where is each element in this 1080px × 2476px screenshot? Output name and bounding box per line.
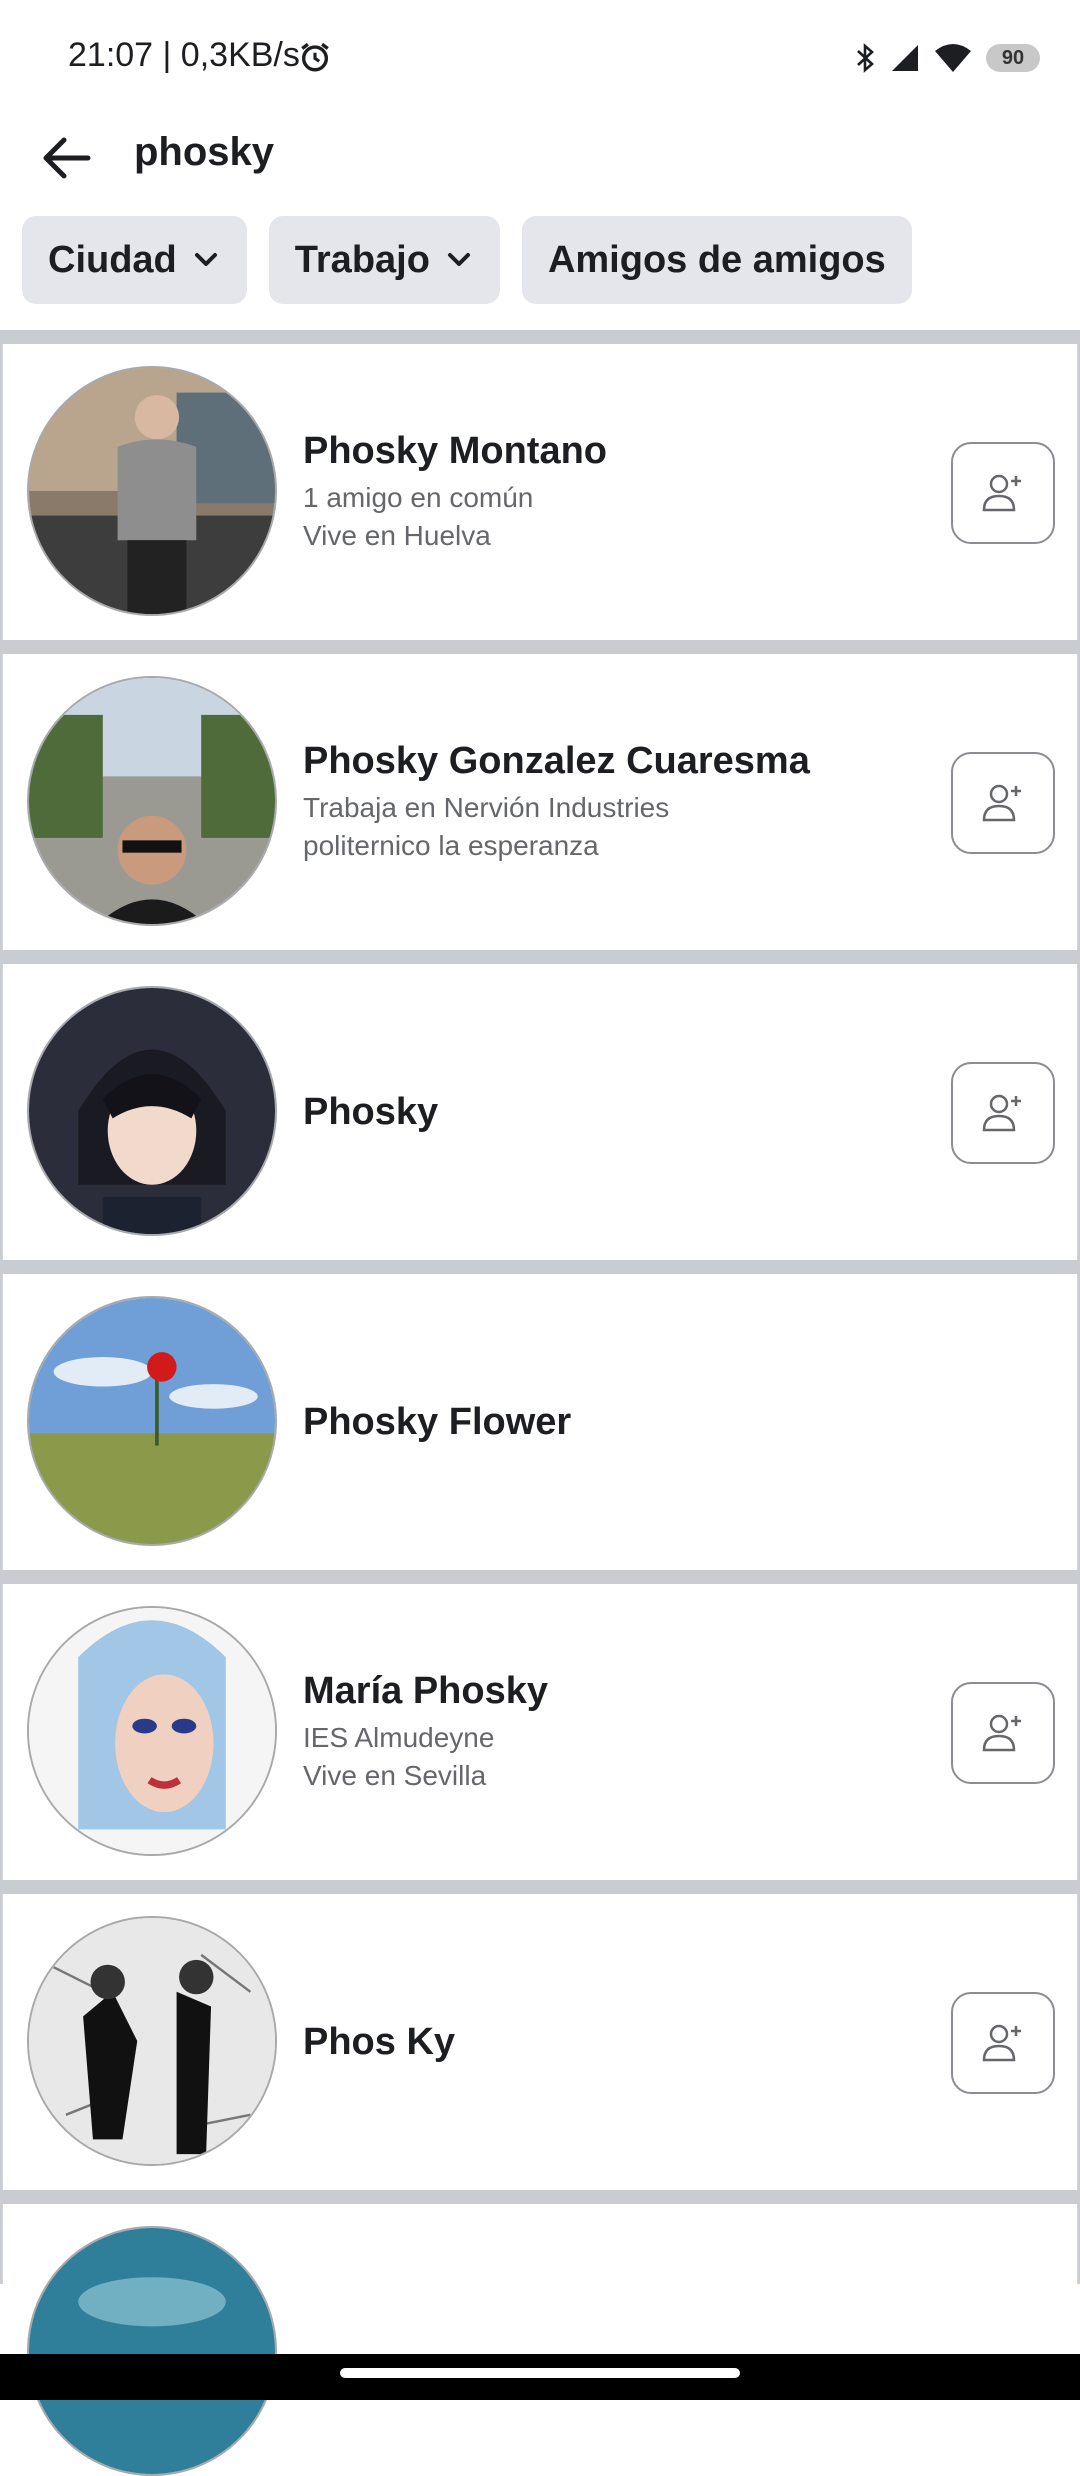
chevron-down-icon	[194, 253, 217, 266]
result-info: Phosky Flower	[303, 1274, 927, 1570]
result-card[interactable]: Phosky Montano 1 amigo en común Vive en …	[2, 344, 1078, 640]
result-name[interactable]: Phosky	[303, 1091, 927, 1134]
result-info: María Phosky IES Almudeyne Vive en Sevil…	[303, 1584, 927, 1880]
search-header: phosky	[0, 110, 1080, 210]
filter-label: Trabajo	[294, 238, 430, 281]
add-friend-button[interactable]	[951, 1062, 1055, 1164]
system-nav-bar	[0, 2354, 1080, 2400]
avatar[interactable]	[27, 986, 277, 1236]
result-name[interactable]: Phosky Gonzalez Cuaresma	[303, 740, 927, 783]
profile-photo	[29, 678, 275, 924]
add-friend-icon	[982, 784, 1021, 822]
signal-icon	[892, 45, 918, 71]
result-info: Phos Ky	[303, 1894, 927, 2190]
add-friend-icon	[982, 1714, 1021, 1752]
profile-photo	[29, 368, 275, 614]
result-info: Phosky	[303, 964, 927, 1260]
wifi-icon	[935, 44, 971, 72]
result-info: Phosky Gonzalez Cuaresma Trabaja en Nerv…	[303, 654, 927, 950]
filter-trabajo[interactable]: Trabajo	[268, 216, 500, 304]
result-subtitle: 1 amigo en común Vive en Huelva	[303, 479, 927, 555]
result-name[interactable]: Phosky Flower	[303, 1401, 927, 1444]
add-friend-button[interactable]	[951, 442, 1055, 544]
add-friend-button[interactable]	[951, 1682, 1055, 1784]
add-friend-button[interactable]	[951, 752, 1055, 854]
add-friend-button[interactable]	[951, 1992, 1055, 2094]
result-name[interactable]: María Phosky	[303, 1670, 927, 1713]
profile-photo	[29, 988, 275, 1234]
avatar[interactable]	[27, 366, 277, 616]
bluetooth-icon	[857, 43, 874, 73]
filter-label: Ciudad	[48, 238, 177, 281]
result-card[interactable]: María Phosky IES Almudeyne Vive en Sevil…	[2, 1584, 1078, 1880]
add-friend-icon	[982, 1094, 1021, 1132]
result-card[interactable]: Phosky Flower	[2, 1274, 1078, 1570]
avatar[interactable]	[27, 1916, 277, 2166]
result-card[interactable]: Phosky	[2, 964, 1078, 1260]
result-name[interactable]: Phosky Montano	[303, 430, 927, 473]
result-detail-1: 1 amigo en común	[303, 481, 534, 513]
search-results-list: Phosky Montano 1 amigo en común Vive en …	[0, 330, 1080, 2476]
alarm-icon	[301, 42, 329, 72]
back-arrow-icon[interactable]	[36, 128, 96, 188]
avatar[interactable]	[27, 2226, 277, 2476]
add-friend-icon	[982, 2024, 1021, 2062]
profile-photo	[29, 1918, 275, 2164]
chevron-down-icon	[447, 253, 470, 266]
result-detail-2: politernico la esperanza	[303, 829, 599, 861]
avatar[interactable]	[27, 1606, 277, 1856]
filter-amigos-de-amigos[interactable]: Amigos de amigos	[521, 216, 912, 304]
add-friend-icon	[982, 474, 1021, 512]
home-indicator[interactable]	[340, 2368, 740, 2378]
result-detail-2: Vive en Huelva	[303, 519, 491, 551]
result-subtitle: IES Almudeyne Vive en Sevilla	[303, 1719, 927, 1795]
profile-photo	[29, 2228, 275, 2474]
profile-photo	[29, 1608, 275, 1854]
result-detail-1: IES Almudeyne	[303, 1721, 495, 1753]
result-subtitle: Trabaja en Nervión Industries politernic…	[303, 789, 927, 865]
avatar[interactable]	[27, 676, 277, 926]
filter-label: Amigos de amigos	[547, 238, 886, 281]
status-icons: 90	[854, 40, 1040, 76]
status-bar: 21:07 | 0,3KB/s 90	[0, 0, 1080, 110]
result-detail-1: Trabaja en Nervión Industries	[303, 791, 670, 823]
result-card[interactable]: Phosky Gonzalez Cuaresma Trabaja en Nerv…	[2, 654, 1078, 950]
result-detail-2: Vive en Sevilla	[303, 1759, 487, 1791]
battery-indicator: 90	[986, 44, 1040, 72]
filter-chips: Ciudad Trabajo Amigos de amigos	[22, 216, 912, 304]
status-time: 21:07 | 0,3KB/s	[68, 36, 300, 74]
filter-ciudad[interactable]: Ciudad	[22, 216, 247, 304]
avatar[interactable]	[27, 1296, 277, 1546]
result-info: Phosky Montano 1 amigo en común Vive en …	[303, 344, 927, 640]
result-card[interactable]: Phos Ky	[2, 1894, 1078, 2190]
result-name[interactable]: Phos Ky	[303, 2021, 927, 2064]
result-card-partial[interactable]	[2, 2204, 1078, 2476]
search-query[interactable]: phosky	[134, 130, 274, 175]
profile-photo	[29, 1298, 275, 1544]
